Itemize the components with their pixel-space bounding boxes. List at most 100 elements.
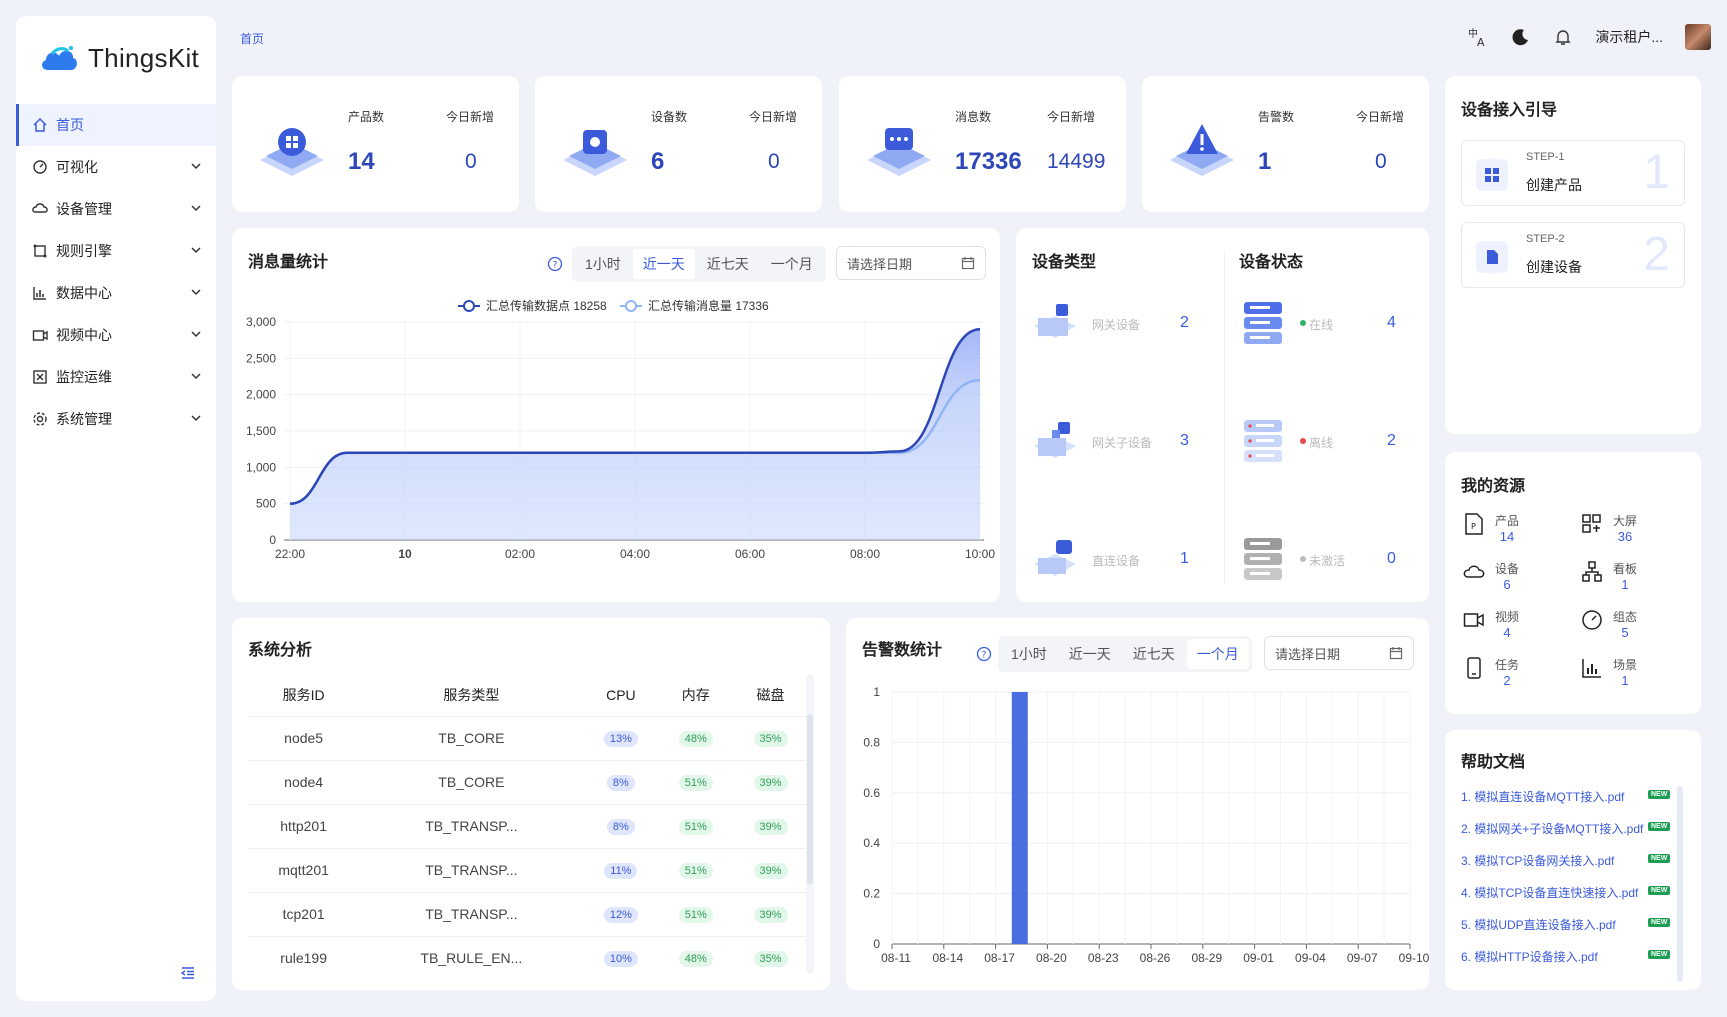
help-doc-link[interactable]: 5. 模拟UDP直连设备接入.pdf	[1461, 916, 1647, 933]
sidebar-item-home[interactable]: 首页	[16, 104, 216, 146]
help-doc-link[interactable]: 4. 模拟TCP设备直连快速接入.pdf	[1461, 884, 1647, 901]
resource-scenes[interactable]: 场景 1	[1581, 656, 1637, 688]
resource-screens[interactable]: 大屏 36	[1581, 512, 1637, 544]
resource-configurations[interactable]: 组态 5	[1581, 608, 1637, 640]
help-doc-link[interactable]: 3. 模拟TCP设备网关接入.pdf	[1461, 852, 1647, 869]
svg-text:A: A	[1477, 36, 1485, 48]
tab-1-hour[interactable]: 1小时	[575, 249, 631, 279]
x-tick-label: 08-17	[984, 951, 1015, 965]
device-type-status-card: 设备类型 设备状态 网关设备 2 网关子设备 3 直连设备 1 在线 4 离线 …	[1016, 228, 1429, 602]
video-icon	[32, 330, 48, 341]
col-service-type[interactable]: 服务类型	[359, 674, 583, 716]
gateway-icon	[1034, 304, 1076, 338]
guide-step-1[interactable]: STEP-1 创建产品 1	[1461, 140, 1685, 206]
message-chart-title: 消息量统计	[248, 254, 329, 271]
date-picker[interactable]: 请选择日期	[1264, 636, 1414, 670]
user-name[interactable]: 演示租户...	[1595, 27, 1663, 47]
resource-boards[interactable]: 看板 1	[1581, 560, 1637, 592]
tab-1-day[interactable]: 近一天	[1059, 639, 1121, 669]
sidebar-item-monitoring[interactable]: 监控运维	[16, 356, 216, 398]
sidebar-item-video-center[interactable]: 视频中心	[16, 314, 216, 356]
y-tick-label: 0.4	[863, 836, 880, 850]
resource-products[interactable]: P 产品 14	[1463, 512, 1519, 544]
alarm-chart-card: 告警数统计 ? 1小时 近一天 近七天 一个月 请选择日期 1 0.8 0.6 0.4…	[846, 618, 1429, 990]
y-tick-label: 0	[873, 937, 880, 951]
resource-videos[interactable]: 视频 4	[1463, 608, 1519, 640]
col-memory[interactable]: 内存	[658, 674, 733, 716]
product-file-icon: P	[1465, 513, 1483, 535]
sidebar-item-data-center[interactable]: 数据中心	[16, 272, 216, 314]
sidebar-menu: 首页 可视化 设备管理 规则引擎 数据中心 视频中心 监控运维 系统管理	[16, 104, 216, 440]
sidebar-item-system-management[interactable]: 系统管理	[16, 398, 216, 440]
cell-memory: 51%	[658, 759, 734, 804]
col-cpu[interactable]: CPU	[583, 674, 658, 716]
help-icon[interactable]: ?	[976, 646, 992, 662]
sidebar-item-rule-engine[interactable]: 规则引擎	[16, 230, 216, 272]
device-type-value[interactable]: 2	[1180, 314, 1189, 332]
calendar-icon	[1389, 647, 1403, 660]
stat-today-label: 今日新增	[446, 110, 495, 124]
translate-icon[interactable]: 中A	[1467, 26, 1489, 48]
col-service-id[interactable]: 服务ID	[248, 674, 359, 716]
tab-1-month[interactable]: 一个月	[1186, 639, 1249, 669]
svg-text:?: ?	[982, 651, 987, 661]
y-tick-label: 3,000	[246, 315, 276, 329]
y-tick-label: 0.6	[863, 786, 880, 800]
scrollbar-thumb[interactable]	[1677, 786, 1683, 982]
y-tick-label: 0.2	[863, 887, 880, 901]
device-status-value[interactable]: 0	[1387, 550, 1396, 568]
col-disk[interactable]: 磁盘	[733, 674, 808, 716]
chevron-down-icon	[191, 331, 201, 338]
tab-1-hour[interactable]: 1小时	[1001, 639, 1057, 669]
tab-7-days[interactable]: 近七天	[1123, 639, 1185, 669]
moon-icon[interactable]	[1511, 27, 1531, 47]
product-icon	[260, 128, 324, 176]
resource-value: 36	[1617, 529, 1633, 544]
help-doc-link[interactable]: 1. 模拟直连设备MQTT接入.pdf	[1461, 788, 1647, 805]
cell-disk: 35%	[733, 715, 808, 760]
tab-7-days[interactable]: 近七天	[697, 249, 759, 279]
sidebar: ThingsKit 首页 可视化 设备管理 规则引擎 数据中心 视频中心 监控运…	[16, 16, 216, 1001]
percent-badge: 51%	[678, 775, 713, 791]
collapse-sidebar-button[interactable]	[174, 959, 202, 987]
scrollbar-thumb[interactable]	[807, 714, 813, 884]
date-picker[interactable]: 请选择日期	[836, 246, 986, 280]
y-tick-label: 2,000	[246, 388, 276, 402]
stat-value: 17336	[955, 148, 1022, 175]
legend-marker	[625, 300, 637, 312]
x-tick-label: 08-11	[881, 951, 911, 965]
cell-cpu: 11%	[583, 847, 659, 892]
breadcrumb[interactable]: 首页	[240, 30, 264, 47]
help-doc-link[interactable]: 2. 模拟网关+子设备MQTT接入.pdf	[1461, 820, 1647, 837]
help-icon[interactable]: ?	[547, 256, 563, 272]
resource-tasks[interactable]: 任务 2	[1463, 656, 1519, 688]
guide-step-number: 2	[1643, 228, 1670, 281]
stat-card-messages: 消息数 今日新增 17336 14499	[839, 76, 1126, 212]
stat-label: 产品数	[348, 110, 385, 124]
y-tick-label: 0	[269, 533, 276, 547]
device-status-value[interactable]: 4	[1387, 314, 1396, 332]
scrollbar-track[interactable]	[806, 674, 814, 974]
resource-label: 设备	[1495, 562, 1520, 576]
x-tick-label: 22:00	[275, 547, 305, 561]
device-type-value[interactable]: 3	[1180, 432, 1189, 450]
bell-icon[interactable]	[1553, 27, 1573, 47]
resource-devices[interactable]: 设备 6	[1463, 560, 1519, 592]
sidebar-item-device-management[interactable]: 设备管理	[16, 188, 216, 230]
tab-1-month[interactable]: 一个月	[761, 249, 823, 279]
bar-chart-icon	[1582, 659, 1601, 678]
avatar[interactable]	[1685, 24, 1711, 50]
cell-service-id: rule199	[248, 935, 360, 974]
device-status-value[interactable]: 2	[1387, 432, 1396, 450]
guide-step-2[interactable]: STEP-2 创建设备 2	[1461, 222, 1685, 288]
tab-1-day[interactable]: 近一天	[632, 249, 695, 279]
sidebar-item-visualization[interactable]: 可视化	[16, 146, 216, 188]
device-type-label: 直连设备	[1092, 554, 1141, 568]
help-doc-link[interactable]: 6. 模拟HTTP设备接入.pdf	[1461, 948, 1647, 965]
logo[interactable]: ThingsKit	[38, 42, 199, 74]
stat-label: 告警数	[1258, 110, 1295, 124]
stat-today-value: 14499	[1047, 150, 1106, 173]
sidebar-item-label: 数据中心	[56, 285, 112, 301]
guide-card: 设备接入引导 STEP-1 创建产品 1 STEP-2 创建设备 2	[1445, 76, 1701, 434]
device-type-value[interactable]: 1	[1180, 550, 1189, 568]
